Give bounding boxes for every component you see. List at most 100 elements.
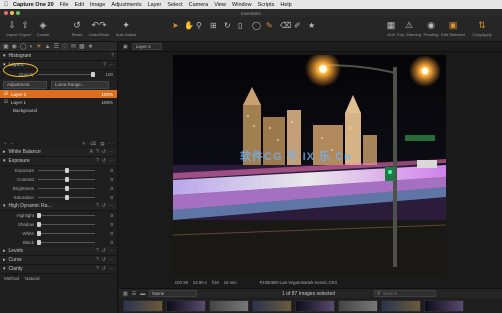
list-view-icon[interactable]: ☰ [132, 291, 136, 297]
histogram-header[interactable]: ▾ Histogram ? [0, 52, 117, 61]
proofing-button[interactable]: ◉ Proofing [420, 19, 442, 37]
main-photo[interactable] [173, 55, 446, 276]
slider-track[interactable] [37, 222, 95, 227]
layer-item[interactable]: Background [0, 106, 117, 114]
slider-row[interactable]: Highlight 0 [0, 211, 117, 220]
clarity-header[interactable]: ▾ Clarity ? ↺ ⋯ [0, 265, 117, 274]
menu-scripts[interactable]: Scripts [255, 2, 278, 8]
exposure-header[interactable]: ▾ Exposure ? ↺ ⋯ [0, 157, 117, 166]
reset-icon[interactable]: ↺ [102, 158, 106, 164]
menu-window[interactable]: Window [229, 2, 255, 8]
slider-row[interactable]: Exposure 0 [0, 166, 117, 175]
thumbnail[interactable] [123, 300, 163, 312]
menu-camera[interactable]: Camera [186, 2, 212, 8]
zoom-window-button[interactable] [16, 11, 20, 15]
slider-row[interactable]: Black 0 [0, 238, 117, 247]
options-icon[interactable]: ⋯ [109, 158, 114, 164]
slider-knob[interactable] [37, 213, 42, 218]
checkbox-icon[interactable]: ☑ [4, 91, 8, 97]
slider-track[interactable] [37, 231, 95, 236]
menu-app[interactable]: Capture One 20 [10, 2, 57, 8]
slider-track[interactable] [37, 213, 95, 218]
thumbnail[interactable] [166, 300, 206, 312]
thumbnail[interactable] [381, 300, 421, 312]
slider-knob[interactable] [37, 240, 42, 245]
slider-knob[interactable] [64, 168, 69, 173]
options-icon[interactable]: ⋯ [109, 257, 114, 263]
thumbnail[interactable] [424, 300, 464, 312]
slider-track[interactable] [38, 177, 95, 182]
menu-image[interactable]: Image [87, 2, 108, 8]
reset-icon[interactable]: ↺ [102, 257, 106, 263]
layer-item[interactable]: ☑ Layer 1 100% [0, 98, 117, 106]
detail-tab-icon[interactable]: ▲ [45, 44, 51, 50]
slider-row[interactable]: Contrast 0 [0, 175, 117, 184]
eraser-tool-icon[interactable]: ⌫ [280, 21, 291, 30]
slider-row[interactable]: Brightness 0 [0, 184, 117, 193]
brush-tool-icon[interactable]: ✎ [266, 21, 273, 30]
options-icon[interactable]: ⋯ [109, 266, 114, 272]
minimize-window-button[interactable] [10, 11, 14, 15]
checkbox-icon[interactable]: ☑ [4, 99, 8, 105]
exposure-tab-icon[interactable]: ☀ [36, 43, 41, 50]
auto-icon[interactable]: A [90, 149, 93, 155]
help-icon[interactable]: ? [96, 149, 99, 155]
options-icon[interactable]: ⋯ [109, 248, 114, 254]
reset-icon[interactable]: ↺ [102, 203, 106, 209]
auto-adjust-button[interactable]: ✦ Auto Adjust [115, 19, 137, 37]
menu-view[interactable]: View [211, 2, 229, 8]
help-icon[interactable]: ? [103, 62, 106, 68]
options-icon[interactable]: ⋯ [109, 203, 114, 209]
zoom-tool-icon[interactable]: ⚲ [196, 21, 202, 30]
menu-select[interactable]: Select [164, 2, 185, 8]
grid-view-icon[interactable]: ▦ [123, 291, 128, 297]
copy-apply-button[interactable]: ⇅ CopyApply [471, 19, 493, 37]
apple-icon[interactable]:  [2, 2, 10, 8]
layer-select[interactable]: Layer 2 [131, 43, 162, 50]
menu-help[interactable]: Help [277, 2, 294, 8]
clarity-method-row[interactable]: Method Natural [0, 274, 117, 283]
layer-item[interactable]: ☑ Layer 2 100% [0, 90, 117, 98]
close-window-button[interactable] [4, 11, 8, 15]
slider-row[interactable]: Shadow 0 [0, 220, 117, 229]
reset-icon[interactable]: ↺ [102, 248, 106, 254]
reset-icon[interactable]: ↺ [102, 266, 106, 272]
slider-row[interactable]: Saturation 0 [0, 193, 117, 202]
lens-tab-icon[interactable]: ◯ [20, 43, 27, 50]
slider-knob[interactable] [64, 195, 69, 200]
cursor-tool-icon[interactable]: ➤ [172, 21, 179, 30]
menu-edit[interactable]: Edit [72, 2, 87, 8]
help-icon[interactable]: ? [96, 248, 99, 254]
output-tab-icon[interactable]: ✉ [71, 43, 76, 50]
menu-file[interactable]: File [57, 2, 72, 8]
curve-header[interactable]: ▸ Curve ? ↺ ⋯ [0, 256, 117, 265]
capture-tab-icon[interactable]: ◉ [12, 43, 17, 50]
layer-picker-icon[interactable]: ▣ [123, 44, 128, 50]
adjust-tab-icon[interactable]: ☰ [54, 43, 59, 50]
slider-knob[interactable] [37, 231, 42, 236]
styles-tab-icon[interactable]: ★ [88, 43, 93, 50]
thumbnail[interactable] [338, 300, 378, 312]
eraser-icon[interactable]: ⌫ [90, 141, 96, 147]
metadata-tab-icon[interactable]: ⓘ [62, 42, 68, 51]
color-tab-icon[interactable]: ◐ [30, 44, 34, 50]
thumbnail[interactable] [209, 300, 249, 312]
undo-redo-button[interactable]: ↶↷ Undo/Redo [88, 19, 110, 37]
help-icon[interactable]: ? [96, 203, 99, 209]
crop-tool-icon[interactable]: ⊞ [210, 21, 217, 30]
reset-button[interactable]: ↺ Reset [66, 19, 88, 37]
annotate-tool-icon[interactable]: ★ [308, 21, 315, 30]
help-icon[interactable]: ? [96, 266, 99, 272]
slider-knob[interactable] [37, 222, 42, 227]
menu-layer[interactable]: Layer [145, 2, 165, 8]
exposure-warning-button[interactable]: ⚠ Exp. Warning [397, 19, 421, 37]
slider-track[interactable] [38, 195, 95, 200]
library-tab-icon[interactable]: ▣ [3, 43, 9, 50]
rotate-tool-icon[interactable]: ↻ [224, 21, 231, 30]
spot-tool-icon[interactable]: ◯ [252, 21, 261, 30]
luma-range-button[interactable]: Luma Range... [51, 80, 109, 89]
slider-knob[interactable] [64, 186, 69, 191]
gradient-icon[interactable]: ▤ [100, 141, 104, 147]
thumbnail[interactable] [252, 300, 292, 312]
picker-tool-icon[interactable]: ✐ [294, 21, 301, 30]
